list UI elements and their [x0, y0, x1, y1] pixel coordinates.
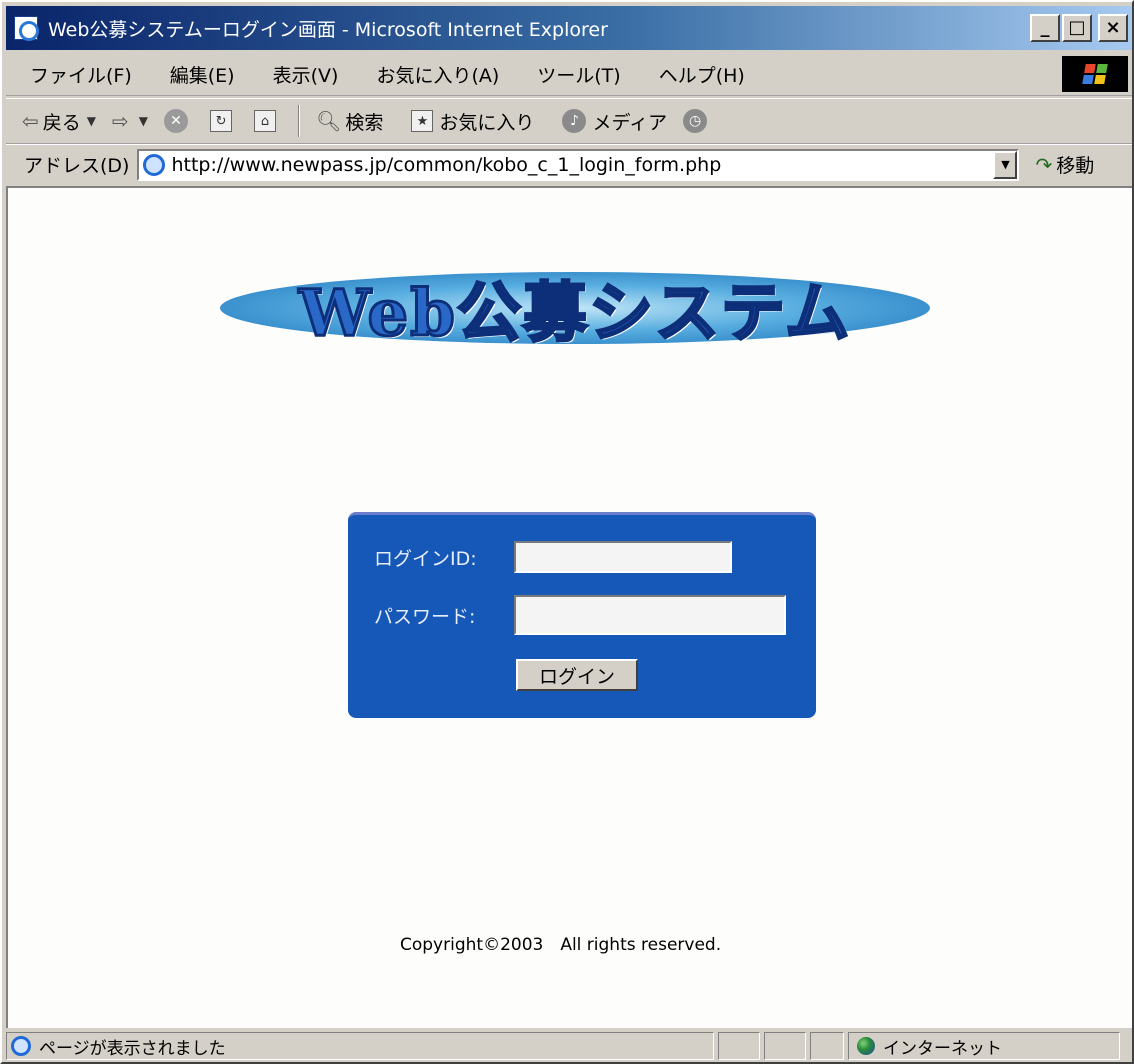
forward-arrow-icon: ⇨ — [112, 109, 129, 133]
login-button[interactable]: ログイン — [516, 659, 638, 691]
back-arrow-icon: ⇦ — [22, 109, 39, 133]
status-pane-2 — [764, 1032, 806, 1060]
favorites-button[interactable]: ★ お気に入り — [403, 108, 542, 135]
menu-bar: ファイル(F) 編集(E) 表示(V) お気に入り(A) ツール(T) ヘルプ(… — [6, 54, 1132, 96]
password-label: パスワード: — [374, 605, 476, 628]
home-icon: ⌂ — [254, 110, 277, 132]
search-label: 検索 — [345, 111, 384, 134]
menu-help[interactable]: ヘルプ(H) — [639, 61, 763, 88]
favorites-label: お気に入り — [439, 111, 535, 134]
history-button[interactable]: ◷ — [675, 109, 721, 133]
menu-view[interactable]: 表示(V) — [253, 61, 357, 88]
search-icon: 🔍︎ — [316, 109, 342, 133]
status-main-pane: ページが表示されました — [6, 1032, 714, 1060]
security-zone: インターネット — [848, 1032, 1120, 1060]
menu-favorites[interactable]: お気に入り(A) — [356, 61, 517, 88]
forward-dropdown-icon[interactable]: ▼ — [139, 114, 148, 128]
title-bar[interactable]: Web公募システムーログイン画面 - Microsoft Internet Ex… — [6, 6, 1132, 50]
maximize-button[interactable]: □ — [1062, 14, 1092, 42]
stop-button[interactable]: ✕ — [156, 109, 202, 133]
stop-icon: ✕ — [164, 109, 189, 133]
close-button[interactable]: × — [1098, 14, 1128, 42]
window-title: Web公募システムーログイン画面 - Microsoft Internet Ex… — [48, 18, 608, 41]
search-button[interactable]: 🔍︎ 検索 — [308, 108, 391, 135]
media-icon: ♪ — [562, 109, 587, 133]
go-button[interactable]: ↷ 移動 — [1035, 151, 1094, 178]
password-input[interactable] — [514, 595, 786, 635]
standard-toolbar: ⇦ 戻る ▼ ⇨ ▼ ✕ ↻ ⌂ 🔍︎ 検索 ★ お気に入り ♪ メディア ◷ — [6, 98, 1132, 144]
menu-tools[interactable]: ツール(T) — [517, 61, 638, 88]
zone-label: インターネット — [883, 1038, 1002, 1059]
status-text: ページが表示されました — [39, 1038, 226, 1059]
globe-icon — [857, 1037, 875, 1055]
back-dropdown-icon[interactable]: ▼ — [87, 114, 96, 128]
windows-logo — [1062, 56, 1128, 92]
minimize-button[interactable]: _ — [1030, 14, 1060, 42]
logo-text: Web公募システム — [297, 275, 852, 353]
back-button[interactable]: ⇦ 戻る ▼ — [6, 108, 104, 135]
login-id-row: ログインID: — [374, 541, 732, 573]
login-panel: ログインID: パスワード: ログイン — [348, 512, 816, 718]
page-content: Web公募システム ログインID: パスワード: ログイン Copyright©… — [6, 186, 1132, 1028]
password-row: パスワード: — [374, 595, 786, 635]
address-dropdown-icon[interactable]: ▼ — [993, 150, 1018, 179]
refresh-button[interactable]: ↻ — [202, 110, 246, 132]
favorites-icon: ★ — [411, 110, 434, 132]
status-bar: ページが表示されました インターネット — [6, 1030, 1132, 1062]
copyright-text: Copyright©2003 All rights reserved. — [400, 935, 722, 955]
status-pane-3 — [810, 1032, 844, 1060]
go-arrow-icon: ↷ — [1035, 152, 1053, 177]
windows-flag-icon — [1082, 64, 1108, 84]
login-id-input[interactable] — [514, 541, 732, 573]
ie-status-icon — [11, 1036, 31, 1056]
back-label: 戻る — [42, 111, 81, 134]
ie-page-icon — [14, 16, 39, 41]
forward-button[interactable]: ⇨ ▼ — [104, 109, 156, 133]
menu-edit[interactable]: 編集(E) — [150, 61, 253, 88]
address-field[interactable]: http://www.newpass.jp/common/kobo_c_1_lo… — [137, 148, 1020, 181]
home-button[interactable]: ⌂ — [246, 110, 290, 132]
address-bar: アドレス(D) http://www.newpass.jp/common/kob… — [6, 144, 1132, 184]
go-label: 移動 — [1056, 155, 1095, 177]
site-logo: Web公募システム — [220, 262, 930, 354]
media-button[interactable]: ♪ メディア — [554, 108, 675, 135]
login-id-label: ログインID: — [374, 547, 477, 570]
menu-file[interactable]: ファイル(F) — [6, 61, 150, 88]
address-label: アドレス(D) — [24, 155, 130, 177]
media-label: メディア — [592, 111, 668, 134]
status-pane-1 — [718, 1032, 760, 1060]
address-url[interactable]: http://www.newpass.jp/common/kobo_c_1_lo… — [171, 154, 721, 176]
window-controls: _ □ × — [1030, 14, 1128, 42]
toolbar-separator — [298, 105, 301, 137]
history-icon: ◷ — [683, 109, 708, 133]
refresh-icon: ↻ — [210, 110, 233, 132]
browser-window: Web公募システムーログイン画面 - Microsoft Internet Ex… — [0, 0, 1134, 1064]
ie-page-icon — [143, 153, 166, 176]
